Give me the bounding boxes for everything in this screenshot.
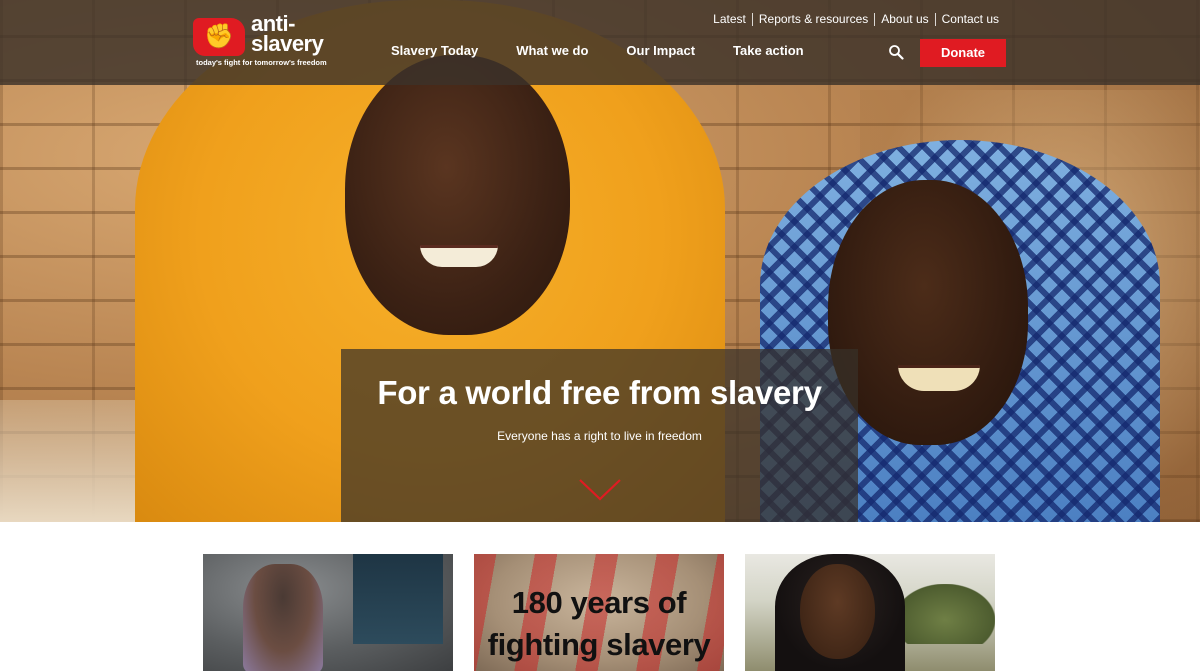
site-logo[interactable]: ✊ anti- slavery today's fight for tomorr…: [193, 11, 338, 68]
utility-link-latest[interactable]: Latest: [707, 13, 752, 26]
utility-link-about-us[interactable]: About us: [874, 13, 934, 26]
feature-card-3[interactable]: [745, 554, 995, 671]
nav-item-slavery-today[interactable]: Slavery Today: [391, 43, 478, 58]
search-icon[interactable]: [888, 44, 904, 60]
hero-photo-smile-left: [420, 245, 498, 267]
utility-link-reports-resources[interactable]: Reports & resources: [751, 13, 874, 26]
utility-link-contact-us[interactable]: Contact us: [934, 13, 1005, 26]
card-photo-hanging-clothes: [353, 554, 443, 644]
site-header: ✊ anti- slavery today's fight for tomorr…: [0, 0, 1200, 85]
hero-caption-box: For a world free from slavery Everyone h…: [341, 349, 858, 522]
chevron-down-icon[interactable]: [578, 477, 622, 503]
card-photo-trees: [895, 584, 995, 644]
main-nav: Slavery Today What we do Our Impact Take…: [391, 43, 842, 58]
hero-subtitle: Everyone has a right to live in freedom: [497, 429, 702, 443]
nav-item-take-action[interactable]: Take action: [733, 43, 804, 58]
utility-nav: Latest Reports & resources About us Cont…: [707, 13, 1005, 26]
card-title: 180 years of fighting slavery: [487, 585, 711, 662]
card-photo-person-sitting: [243, 564, 323, 671]
hero-photo-smile-right: [898, 365, 980, 391]
feature-card-2[interactable]: 180 years of fighting slavery: [474, 554, 724, 671]
logo-tagline: today's fight for tomorrow's freedom: [196, 58, 327, 67]
logo-wordmark: anti- slavery: [251, 11, 324, 56]
fist-icon: ✊: [193, 18, 245, 56]
card-photo-face: [800, 564, 875, 659]
nav-item-what-we-do[interactable]: What we do: [516, 43, 588, 58]
nav-item-our-impact[interactable]: Our Impact: [626, 43, 695, 58]
hero-photo-face-right: [828, 180, 1028, 445]
donate-button[interactable]: Donate: [920, 39, 1006, 67]
hero-photo-face-left: [345, 55, 570, 335]
feature-card-1[interactable]: [203, 554, 453, 671]
hero-title: For a world free from slavery: [377, 374, 822, 411]
